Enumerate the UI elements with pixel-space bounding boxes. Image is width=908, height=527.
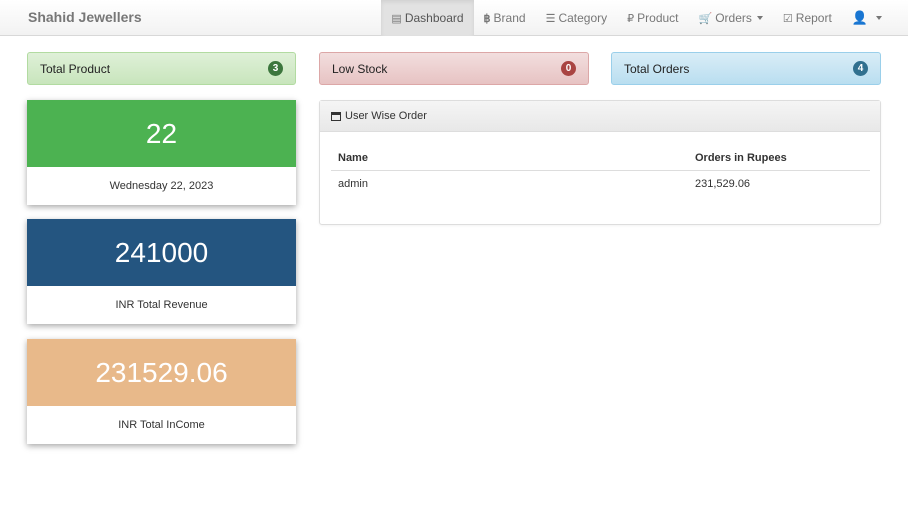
total-product-alert[interactable]: Total Product 3 (27, 52, 296, 85)
calendar-icon (331, 111, 341, 121)
revenue-card-caption: INR Total Revenue (115, 299, 208, 311)
table-row: admin 231,529.06 (331, 170, 870, 198)
low-stock-label: Low Stock (332, 61, 388, 76)
nav-orders[interactable]: 🛒 Orders (689, 0, 773, 36)
total-orders-alert[interactable]: Total Orders 4 (611, 52, 881, 85)
low-stock-badge: 0 (561, 61, 576, 76)
nav-brand-label: Brand (493, 11, 526, 25)
low-stock-alert[interactable]: Low Stock 0 (319, 52, 589, 85)
date-card-caption: Wednesday 22, 2023 (109, 180, 214, 192)
nav-user[interactable]: 👤 (842, 0, 892, 36)
shopping-cart-icon: 🛒 (698, 12, 713, 25)
revenue-card-value: 241000 (27, 219, 296, 286)
total-orders-label: Total Orders (624, 61, 690, 76)
ruble-icon: ₽ (627, 12, 635, 25)
nav-product-label: Product (637, 11, 679, 25)
nav-menu: ▤ Dashboard ฿ Brand ☰ Category ₽ Product… (381, 0, 892, 36)
total-orders-badge: 4 (853, 61, 868, 76)
panel-heading: User Wise Order (320, 101, 880, 132)
income-card-value: 231529.06 (27, 339, 296, 406)
table-cell-orders: 231,529.06 (695, 178, 751, 191)
nav-orders-label: Orders (715, 11, 752, 25)
nav-report-label: Report (795, 11, 832, 25)
brand-title[interactable]: Shahid Jewellers (28, 9, 142, 25)
list-alt-icon: ▤ (391, 12, 402, 25)
nav-dashboard[interactable]: ▤ Dashboard (381, 0, 474, 36)
date-card-value: 22 (27, 100, 296, 167)
chevron-down-icon (756, 16, 763, 20)
check-icon: ☑ (782, 12, 793, 25)
income-card-caption: INR Total InCome (118, 419, 205, 431)
nav-product[interactable]: ₽ Product (617, 0, 688, 36)
nav-dashboard-label: Dashboard (404, 11, 464, 25)
table-cell-name: admin (338, 178, 368, 191)
revenue-card: 241000 INR Total Revenue (27, 219, 296, 324)
date-card: 22 Wednesday 22, 2023 (27, 100, 296, 205)
column-header-name: Name (331, 146, 688, 171)
user-order-table: Name Orders in Rupees admin 231,529.06 (331, 146, 870, 198)
total-product-badge: 3 (268, 61, 283, 76)
table-header-row: Name Orders in Rupees (331, 146, 870, 171)
column-header-orders: Orders in Rupees (688, 146, 870, 171)
income-card: 231529.06 INR Total InCome (27, 339, 296, 444)
user-icon: 👤 (851, 10, 868, 25)
total-product-label: Total Product (40, 61, 111, 76)
navbar: Shahid Jewellers ▤ Dashboard ฿ Brand ☰ C… (0, 0, 908, 36)
nav-category[interactable]: ☰ Category (536, 0, 618, 36)
nav-category-label: Category (558, 11, 608, 25)
chevron-down-icon (876, 16, 882, 20)
panel-title: User Wise Order (345, 110, 427, 122)
nav-brand[interactable]: ฿ Brand (474, 0, 536, 36)
th-list-icon: ☰ (545, 12, 556, 25)
user-wise-order-panel: User Wise Order Name Orders in Rupees ad… (319, 100, 881, 225)
nav-report[interactable]: ☑ Report (773, 0, 842, 36)
btc-icon: ฿ (483, 12, 491, 25)
